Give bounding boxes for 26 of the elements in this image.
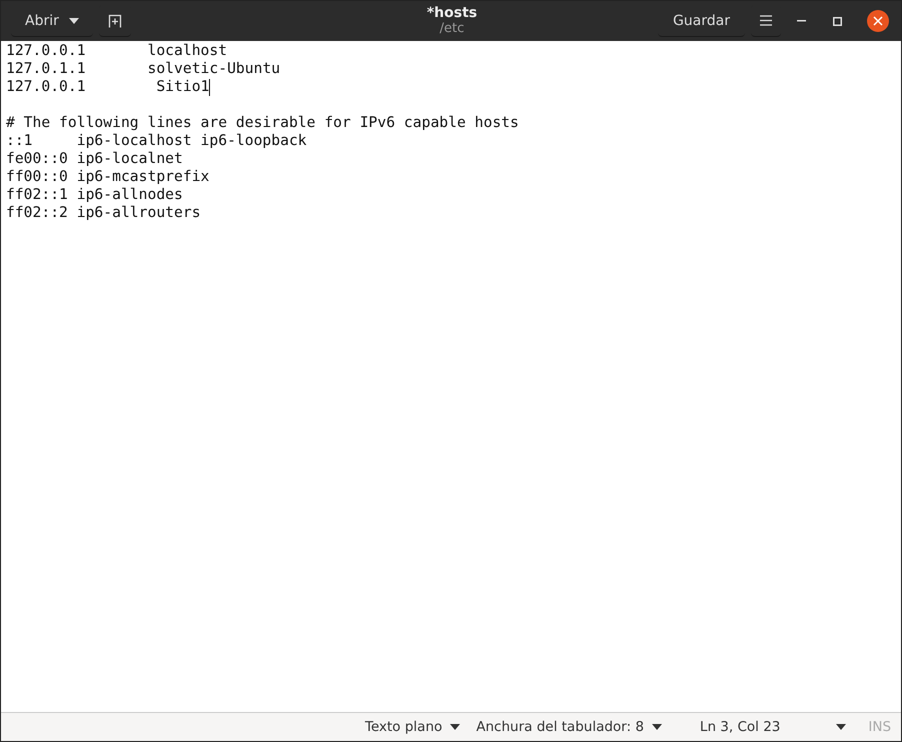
menu-icon [760,15,772,26]
caret-icon [450,724,460,730]
insert-mode-label: INS [868,719,892,735]
code-line: ff02::2 ip6-allrouters [6,204,201,222]
code-line: 127.0.0.1 Sitio1 [6,78,210,96]
code-line: # The following lines are desirable for IPv6 capable hosts [6,114,519,132]
window-subtitle: /etc [440,21,464,37]
code-line: 127.0.1.1 solvetic-Ubuntu [6,60,280,78]
maximize-icon [833,16,842,26]
cursor-position-dropdown[interactable]: Ln 3, Col 23 [692,719,854,735]
text-cursor [209,78,210,96]
code-line: ff00::0 ip6-mcastprefix [6,168,210,186]
code-line: ::1 ip6-localhost ip6-loopback [6,132,307,150]
code-line: 127.0.0.1 localhost [6,42,228,60]
caret-icon [68,18,79,24]
window-title: *hosts [426,5,478,21]
new-tab-icon [108,14,122,28]
caret-icon [836,724,846,730]
tab-width-dropdown[interactable]: Anchura del tabulador: 8 [468,719,670,735]
close-icon [872,16,883,26]
minimize-icon [797,20,806,22]
code-line: ff02::1 ip6-allnodes [6,186,183,204]
close-button[interactable] [866,10,889,32]
code-line: fe00::0 ip6-localnet [6,150,183,168]
caret-icon [652,724,662,730]
language-dropdown[interactable]: Texto plano [357,719,468,735]
